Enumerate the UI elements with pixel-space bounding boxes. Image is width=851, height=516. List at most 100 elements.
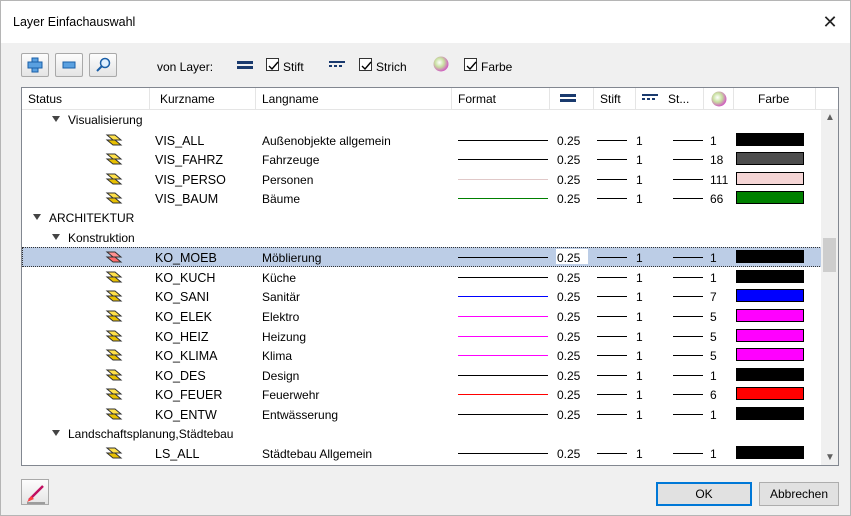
layer-tool-button[interactable] xyxy=(21,479,49,505)
layer-long-name: Außenobjekte allgemein xyxy=(262,133,391,148)
layer-status-icon[interactable] xyxy=(105,348,123,362)
layer-status-icon[interactable] xyxy=(105,407,123,421)
layer-row[interactable]: KO_ELEK Elektro 0.25 1 5 xyxy=(22,306,822,326)
line-dash xyxy=(673,374,703,376)
pen-checkbox[interactable] xyxy=(266,58,279,71)
layer-row[interactable]: KO_MOEB Möblierung 0.25 1 1 xyxy=(22,247,822,267)
color-swatch xyxy=(736,269,804,283)
layer-status-icon[interactable] xyxy=(105,309,123,323)
color-swatch xyxy=(736,191,804,205)
search-button[interactable] xyxy=(89,53,117,77)
scroll-up-icon[interactable]: ▲ xyxy=(825,112,835,123)
column-stift[interactable]: Stift xyxy=(594,88,636,110)
pen-value: 1 xyxy=(636,349,643,364)
color-swatch xyxy=(736,367,804,381)
close-icon[interactable]: ✕ xyxy=(818,11,842,33)
format-line-preview xyxy=(458,296,548,298)
expand-toggle-icon[interactable] xyxy=(52,233,60,240)
layer-short-name: KO_ENTW xyxy=(155,408,217,422)
pen-dash xyxy=(597,394,627,396)
line-dash xyxy=(673,159,703,161)
layer-row[interactable]: KO_DES Design 0.25 1 1 xyxy=(22,365,822,385)
layer-status-icon[interactable] xyxy=(105,250,123,264)
layer-row[interactable]: LS_BAUMBepflanzung, Bäume0.2511 xyxy=(22,463,822,465)
layer-status-icon[interactable] xyxy=(105,152,123,166)
layer-status-icon[interactable] xyxy=(105,172,123,186)
pen-width-value: 0.25 xyxy=(557,408,581,422)
column-kurzname[interactable]: Kurzname xyxy=(150,88,256,110)
layer-selection-dialog: Layer Einfachauswahl ✕ von Layer: Stift … xyxy=(0,0,851,516)
line-dash xyxy=(673,257,703,259)
format-line-preview xyxy=(458,316,548,317)
color-swatch xyxy=(736,446,804,460)
layer-short-name: KO_ELEK xyxy=(155,310,212,324)
line-value: 6 xyxy=(710,388,717,403)
pen-width-value: 0.25 xyxy=(557,172,581,187)
vertical-scrollbar[interactable]: ▲ ▼ xyxy=(821,110,838,465)
line-dash xyxy=(673,296,703,298)
layer-short-name: KO_DES xyxy=(155,368,206,383)
layer-row[interactable]: VIS_FAHRZ Fahrzeuge 0.25 1 18 xyxy=(22,149,822,169)
layer-row[interactable]: KO_HEIZ Heizung 0.25 1 5 xyxy=(22,326,822,346)
layer-long-name: Sanitär xyxy=(262,290,301,305)
column-pen-width[interactable] xyxy=(550,88,594,110)
line-value: 1 xyxy=(710,270,717,285)
layer-grid: Status Kurzname Langname Format Stift St… xyxy=(21,87,839,466)
layer-status-icon[interactable] xyxy=(105,387,123,401)
remove-layer-button[interactable] xyxy=(55,53,83,77)
color-checkbox[interactable] xyxy=(464,58,477,71)
expand-toggle-icon[interactable] xyxy=(52,116,60,122)
layer-long-name: Bäume xyxy=(262,192,301,207)
layer-row[interactable]: LS_ALL Städtebau Allgemein 0.25 1 1 xyxy=(22,443,822,463)
layer-status-icon[interactable] xyxy=(105,368,123,382)
column-strich[interactable]: St... xyxy=(636,88,704,110)
scroll-down-icon[interactable]: ▼ xyxy=(825,452,835,463)
layer-row[interactable]: VIS_PERSO Personen 0.25 1 111 xyxy=(22,169,822,189)
layer-status-icon[interactable] xyxy=(105,289,123,303)
pen-dash xyxy=(597,374,627,376)
line-dash xyxy=(673,316,703,317)
expand-toggle-icon[interactable] xyxy=(33,214,41,220)
pen-dash xyxy=(597,414,627,415)
pen-dash xyxy=(597,276,627,278)
from-layer-label: von Layer: xyxy=(157,60,214,74)
line-checkbox[interactable] xyxy=(359,58,372,71)
color-swatch xyxy=(736,387,804,401)
pen-width-value: 0.25 xyxy=(557,447,581,462)
layer-row[interactable]: KO_FEUER Feuerwehr 0.25 1 6 xyxy=(22,384,822,404)
layer-row[interactable]: KO_KLIMA Klima 0.25 1 5 xyxy=(22,345,822,365)
column-status[interactable]: Status xyxy=(22,88,150,110)
format-line-preview xyxy=(458,276,548,278)
group-row[interactable]: ARCHITEKTUR xyxy=(22,208,822,228)
ok-button[interactable]: OK xyxy=(656,482,752,506)
scrollbar-thumb[interactable] xyxy=(823,238,836,272)
format-line-preview xyxy=(458,394,548,396)
line-dash xyxy=(673,355,703,357)
column-format[interactable]: Format xyxy=(452,88,550,110)
layer-row[interactable]: KO_ENTW Entwässerung 0.25 1 1 xyxy=(22,404,822,424)
group-row[interactable]: Konstruktion xyxy=(22,228,822,248)
layer-status-icon[interactable] xyxy=(105,191,123,205)
pen-checkbox-label: Stift xyxy=(283,60,304,74)
line-type-icon xyxy=(329,61,345,67)
group-row[interactable]: Visualisierung xyxy=(22,110,822,130)
group-row[interactable]: Landschaftsplanung,Städtebau xyxy=(22,424,822,444)
layer-long-name: Entwässerung xyxy=(262,408,339,422)
column-color-icon[interactable] xyxy=(704,88,734,110)
cancel-button[interactable]: Abbrechen xyxy=(759,482,839,506)
layer-status-icon[interactable] xyxy=(105,270,123,284)
layer-row[interactable]: VIS_BAUM Bäume 0.25 1 66 xyxy=(22,188,822,208)
expand-toggle-icon[interactable] xyxy=(52,429,60,436)
add-layer-button[interactable] xyxy=(21,53,49,77)
line-value: 1 xyxy=(710,368,717,383)
layer-row[interactable]: KO_SANI Sanitär 0.25 1 7 xyxy=(22,286,822,306)
layer-row[interactable]: VIS_ALL Außenobjekte allgemein 0.25 1 1 xyxy=(22,130,822,150)
layer-row[interactable]: KO_KUCH Küche 0.25 1 1 xyxy=(22,267,822,287)
column-langname[interactable]: Langname xyxy=(256,88,452,110)
line-value: 1 xyxy=(710,408,717,422)
layer-status-icon[interactable] xyxy=(105,446,123,460)
column-farbe[interactable]: Farbe xyxy=(734,88,816,110)
format-line-preview xyxy=(458,355,548,357)
layer-status-icon[interactable] xyxy=(105,133,123,147)
layer-status-icon[interactable] xyxy=(105,329,123,343)
